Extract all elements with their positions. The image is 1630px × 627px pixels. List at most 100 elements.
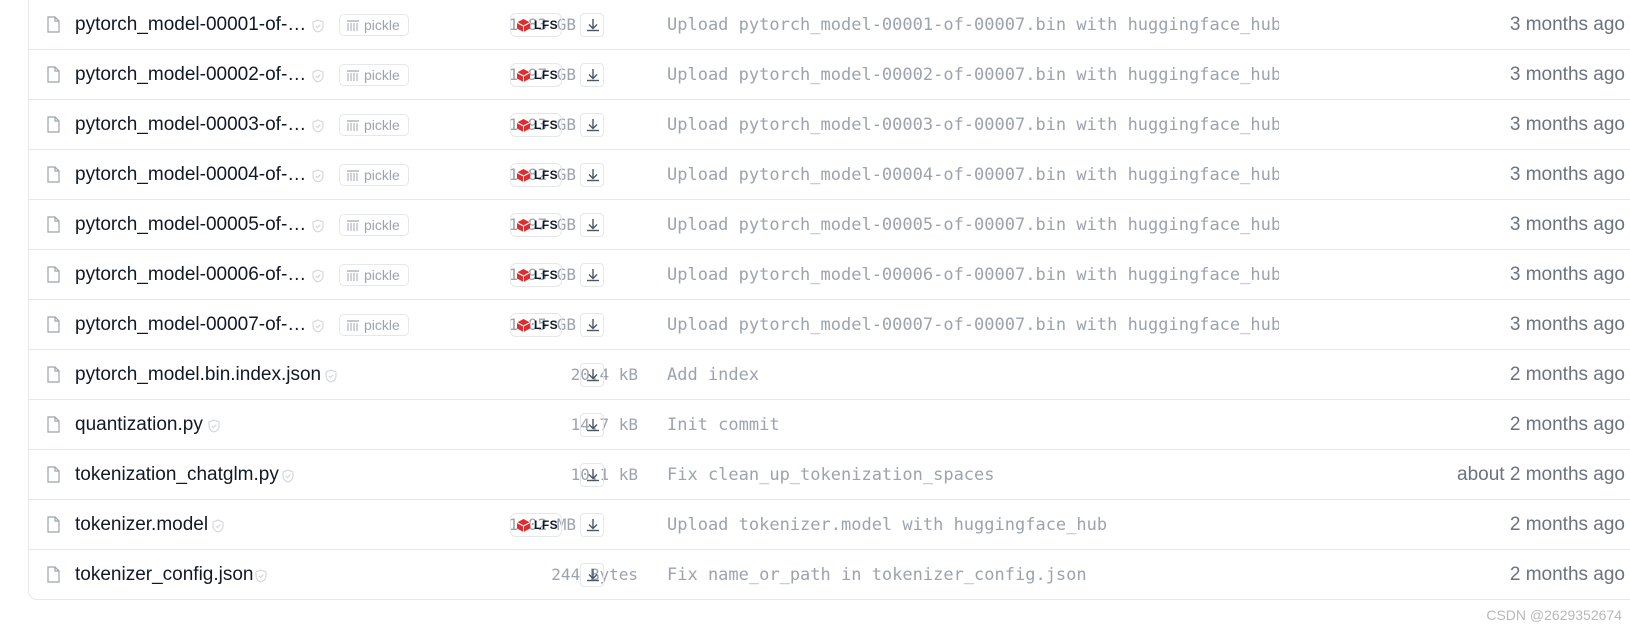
- pickle-jar-icon: [347, 120, 359, 131]
- file-name-link[interactable]: pytorch_model.bin.index.json: [75, 350, 321, 400]
- file-row: tokenization_chatglm.py 10.1 kB Fix clea…: [29, 449, 1630, 499]
- download-button[interactable]: [580, 263, 604, 287]
- download-button[interactable]: [580, 563, 604, 587]
- shield-check-icon: [312, 269, 324, 283]
- pickle-badge[interactable]: pickle: [339, 114, 409, 136]
- file-name-link[interactable]: tokenizer_config.json: [75, 550, 254, 600]
- commit-message-link[interactable]: Upload pytorch_model-00004-of-00007.bin …: [667, 150, 1279, 200]
- file-name-link[interactable]: pytorch_model-00005-of-…: [75, 200, 306, 250]
- last-modified: 2 months ago: [1509, 414, 1625, 435]
- file-icon: [47, 466, 60, 483]
- file-icon: [47, 366, 60, 383]
- shield-check-icon: [255, 569, 267, 583]
- file-row: pytorch_model-00006-of-… pickle 1.93 GB …: [29, 249, 1630, 299]
- shield-check-icon: [212, 519, 224, 533]
- file-name-link[interactable]: quantization.py: [75, 400, 203, 450]
- lfs-badge[interactable]: LFS: [510, 113, 562, 137]
- file-row: tokenizer.model 1.02 MB LFS Upload token…: [29, 499, 1630, 549]
- pickle-jar-icon: [347, 320, 359, 331]
- download-icon: [587, 69, 599, 82]
- file-name-link[interactable]: pytorch_model-00004-of-…: [75, 150, 306, 200]
- download-icon: [587, 519, 599, 532]
- file-row: quantization.py 14.7 kB Init commit 2 mo…: [29, 399, 1630, 449]
- lfs-badge[interactable]: LFS: [510, 163, 562, 187]
- last-modified: 3 months ago: [1509, 64, 1625, 85]
- file-row: pytorch_model.bin.index.json 20.4 kB Add…: [29, 349, 1630, 399]
- commit-message-link[interactable]: Upload pytorch_model-00007-of-00007.bin …: [667, 300, 1279, 350]
- download-icon: [587, 469, 599, 482]
- commit-message-link[interactable]: Init commit: [667, 400, 1279, 450]
- pickle-label: pickle: [364, 167, 400, 183]
- pickle-label: pickle: [364, 317, 400, 333]
- lfs-cube-icon: [516, 319, 531, 332]
- last-modified: 2 months ago: [1509, 364, 1625, 385]
- file-name-link[interactable]: tokenizer.model: [75, 500, 208, 550]
- download-button[interactable]: [580, 513, 604, 537]
- pickle-label: pickle: [364, 17, 400, 33]
- download-button[interactable]: [580, 363, 604, 387]
- lfs-badge[interactable]: LFS: [510, 263, 562, 287]
- download-button[interactable]: [580, 463, 604, 487]
- lfs-cube-icon: [516, 269, 531, 282]
- download-button[interactable]: [580, 313, 604, 337]
- file-name-link[interactable]: pytorch_model-00007-of-…: [75, 300, 306, 350]
- shield-check-icon: [312, 19, 324, 33]
- download-icon: [587, 119, 599, 132]
- file-name-link[interactable]: pytorch_model-00006-of-…: [75, 250, 306, 300]
- commit-message-link[interactable]: Fix name_or_path in tokenizer_config.jso…: [667, 550, 1279, 600]
- lfs-cube-icon: [516, 119, 531, 132]
- download-icon: [587, 569, 599, 582]
- shield-check-icon: [312, 169, 324, 183]
- download-button[interactable]: [580, 413, 604, 437]
- file-name-link[interactable]: tokenization_chatglm.py: [75, 450, 279, 500]
- pickle-label: pickle: [364, 67, 400, 83]
- download-button[interactable]: [580, 63, 604, 87]
- commit-message-link[interactable]: Add index: [667, 350, 1279, 400]
- commit-message-link[interactable]: Upload pytorch_model-00006-of-00007.bin …: [667, 250, 1279, 300]
- file-name-link[interactable]: pytorch_model-00003-of-…: [75, 100, 306, 150]
- file-name-link[interactable]: pytorch_model-00001-of-…: [75, 0, 306, 50]
- commit-message-link[interactable]: Upload tokenizer.model with huggingface_…: [667, 500, 1279, 550]
- lfs-label: LFS: [534, 68, 559, 82]
- file-name-link[interactable]: pytorch_model-00002-of-…: [75, 50, 306, 100]
- lfs-label: LFS: [534, 518, 559, 532]
- lfs-label: LFS: [534, 18, 559, 32]
- download-button[interactable]: [580, 113, 604, 137]
- pickle-badge[interactable]: pickle: [339, 64, 409, 86]
- last-modified: 3 months ago: [1509, 314, 1625, 335]
- lfs-badge[interactable]: LFS: [510, 13, 562, 37]
- lfs-badge[interactable]: LFS: [510, 63, 562, 87]
- shield-check-icon: [312, 119, 324, 133]
- commit-message-link[interactable]: Upload pytorch_model-00001-of-00007.bin …: [667, 0, 1279, 50]
- file-icon: [47, 216, 60, 233]
- download-icon: [587, 369, 599, 382]
- pickle-badge[interactable]: pickle: [339, 264, 409, 286]
- commit-message-link[interactable]: Upload pytorch_model-00002-of-00007.bin …: [667, 50, 1279, 100]
- commit-message-link[interactable]: Upload pytorch_model-00003-of-00007.bin …: [667, 100, 1279, 150]
- file-row: tokenizer_config.json 244 Bytes Fix name…: [29, 549, 1630, 599]
- shield-check-icon: [282, 469, 294, 483]
- lfs-badge[interactable]: LFS: [510, 213, 562, 237]
- download-button[interactable]: [580, 163, 604, 187]
- last-modified: 3 months ago: [1509, 114, 1625, 135]
- commit-message-link[interactable]: Fix clean_up_tokenization_spaces: [667, 450, 1279, 500]
- lfs-badge[interactable]: LFS: [510, 313, 562, 337]
- pickle-badge[interactable]: pickle: [339, 214, 409, 236]
- file-list: pytorch_model-00001-of-… pickle 1.83 GB …: [28, 0, 1630, 600]
- download-button[interactable]: [580, 13, 604, 37]
- file-icon: [47, 416, 60, 433]
- file-row: pytorch_model-00007-of-… pickle 1.05 GB …: [29, 299, 1630, 349]
- shield-check-icon: [312, 319, 324, 333]
- pickle-badge[interactable]: pickle: [339, 164, 409, 186]
- download-button[interactable]: [580, 213, 604, 237]
- pickle-jar-icon: [347, 170, 359, 181]
- file-icon: [47, 566, 60, 583]
- file-row: pytorch_model-00001-of-… pickle 1.83 GB …: [29, 0, 1630, 49]
- pickle-badge[interactable]: pickle: [339, 14, 409, 36]
- file-icon: [47, 16, 60, 33]
- lfs-badge[interactable]: LFS: [510, 513, 562, 537]
- lfs-cube-icon: [516, 519, 531, 532]
- commit-message-link[interactable]: Upload pytorch_model-00005-of-00007.bin …: [667, 200, 1279, 250]
- pickle-badge[interactable]: pickle: [339, 314, 409, 336]
- file-icon: [47, 116, 60, 133]
